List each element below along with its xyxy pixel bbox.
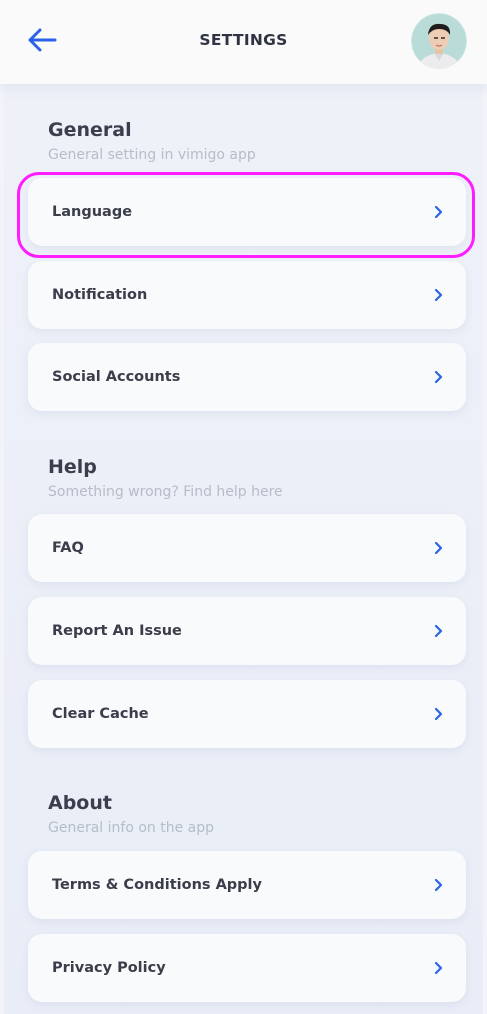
settings-item-label: Language bbox=[52, 204, 133, 220]
settings-item-privacy-policy[interactable]: Privacy Policy bbox=[28, 934, 466, 1002]
chevron-right-icon bbox=[432, 961, 446, 975]
chevron-right-icon bbox=[432, 707, 446, 721]
settings-item-report-an-issue[interactable]: Report An Issue bbox=[28, 597, 466, 665]
settings-item-language[interactable]: Language bbox=[28, 178, 466, 246]
settings-screen: SETTINGS General General setting in vimi… bbox=[0, 0, 487, 1014]
settings-item-label: Report An Issue bbox=[52, 623, 182, 639]
settings-item-label: Terms & Conditions Apply bbox=[52, 877, 262, 893]
settings-item-label: Clear Cache bbox=[52, 706, 149, 722]
settings-item-social-accounts[interactable]: Social Accounts bbox=[28, 343, 466, 411]
section-subtitle: General info on the app bbox=[48, 820, 214, 836]
top-app-bar: SETTINGS bbox=[0, 0, 487, 84]
settings-item-label: Notification bbox=[52, 287, 148, 303]
chevron-right-icon bbox=[432, 370, 446, 384]
avatar-icon bbox=[411, 13, 467, 69]
section-general-header: General General setting in vimigo app bbox=[48, 119, 256, 163]
settings-item-label: FAQ bbox=[52, 540, 84, 556]
section-subtitle: Something wrong? Find help here bbox=[48, 484, 283, 500]
section-about-header: About General info on the app bbox=[48, 792, 214, 836]
user-avatar[interactable] bbox=[411, 13, 467, 69]
settings-item-terms-conditions[interactable]: Terms & Conditions Apply bbox=[28, 851, 466, 919]
settings-item-notification[interactable]: Notification bbox=[28, 261, 466, 329]
settings-item-faq[interactable]: FAQ bbox=[28, 514, 466, 582]
chevron-right-icon bbox=[432, 288, 446, 302]
section-title: General bbox=[48, 119, 132, 141]
section-title: About bbox=[48, 792, 112, 814]
section-subtitle: General setting in vimigo app bbox=[48, 147, 256, 163]
section-title: Help bbox=[48, 456, 97, 478]
back-button[interactable] bbox=[22, 22, 62, 58]
chevron-right-icon bbox=[432, 541, 446, 555]
chevron-right-icon bbox=[432, 878, 446, 892]
chevron-right-icon bbox=[432, 205, 446, 219]
chevron-right-icon bbox=[432, 624, 446, 638]
settings-item-label: Privacy Policy bbox=[52, 960, 166, 976]
section-help-header: Help Something wrong? Find help here bbox=[48, 456, 283, 500]
arrow-left-icon bbox=[28, 28, 57, 52]
settings-item-label: Social Accounts bbox=[52, 369, 181, 385]
settings-item-clear-cache[interactable]: Clear Cache bbox=[28, 680, 466, 748]
